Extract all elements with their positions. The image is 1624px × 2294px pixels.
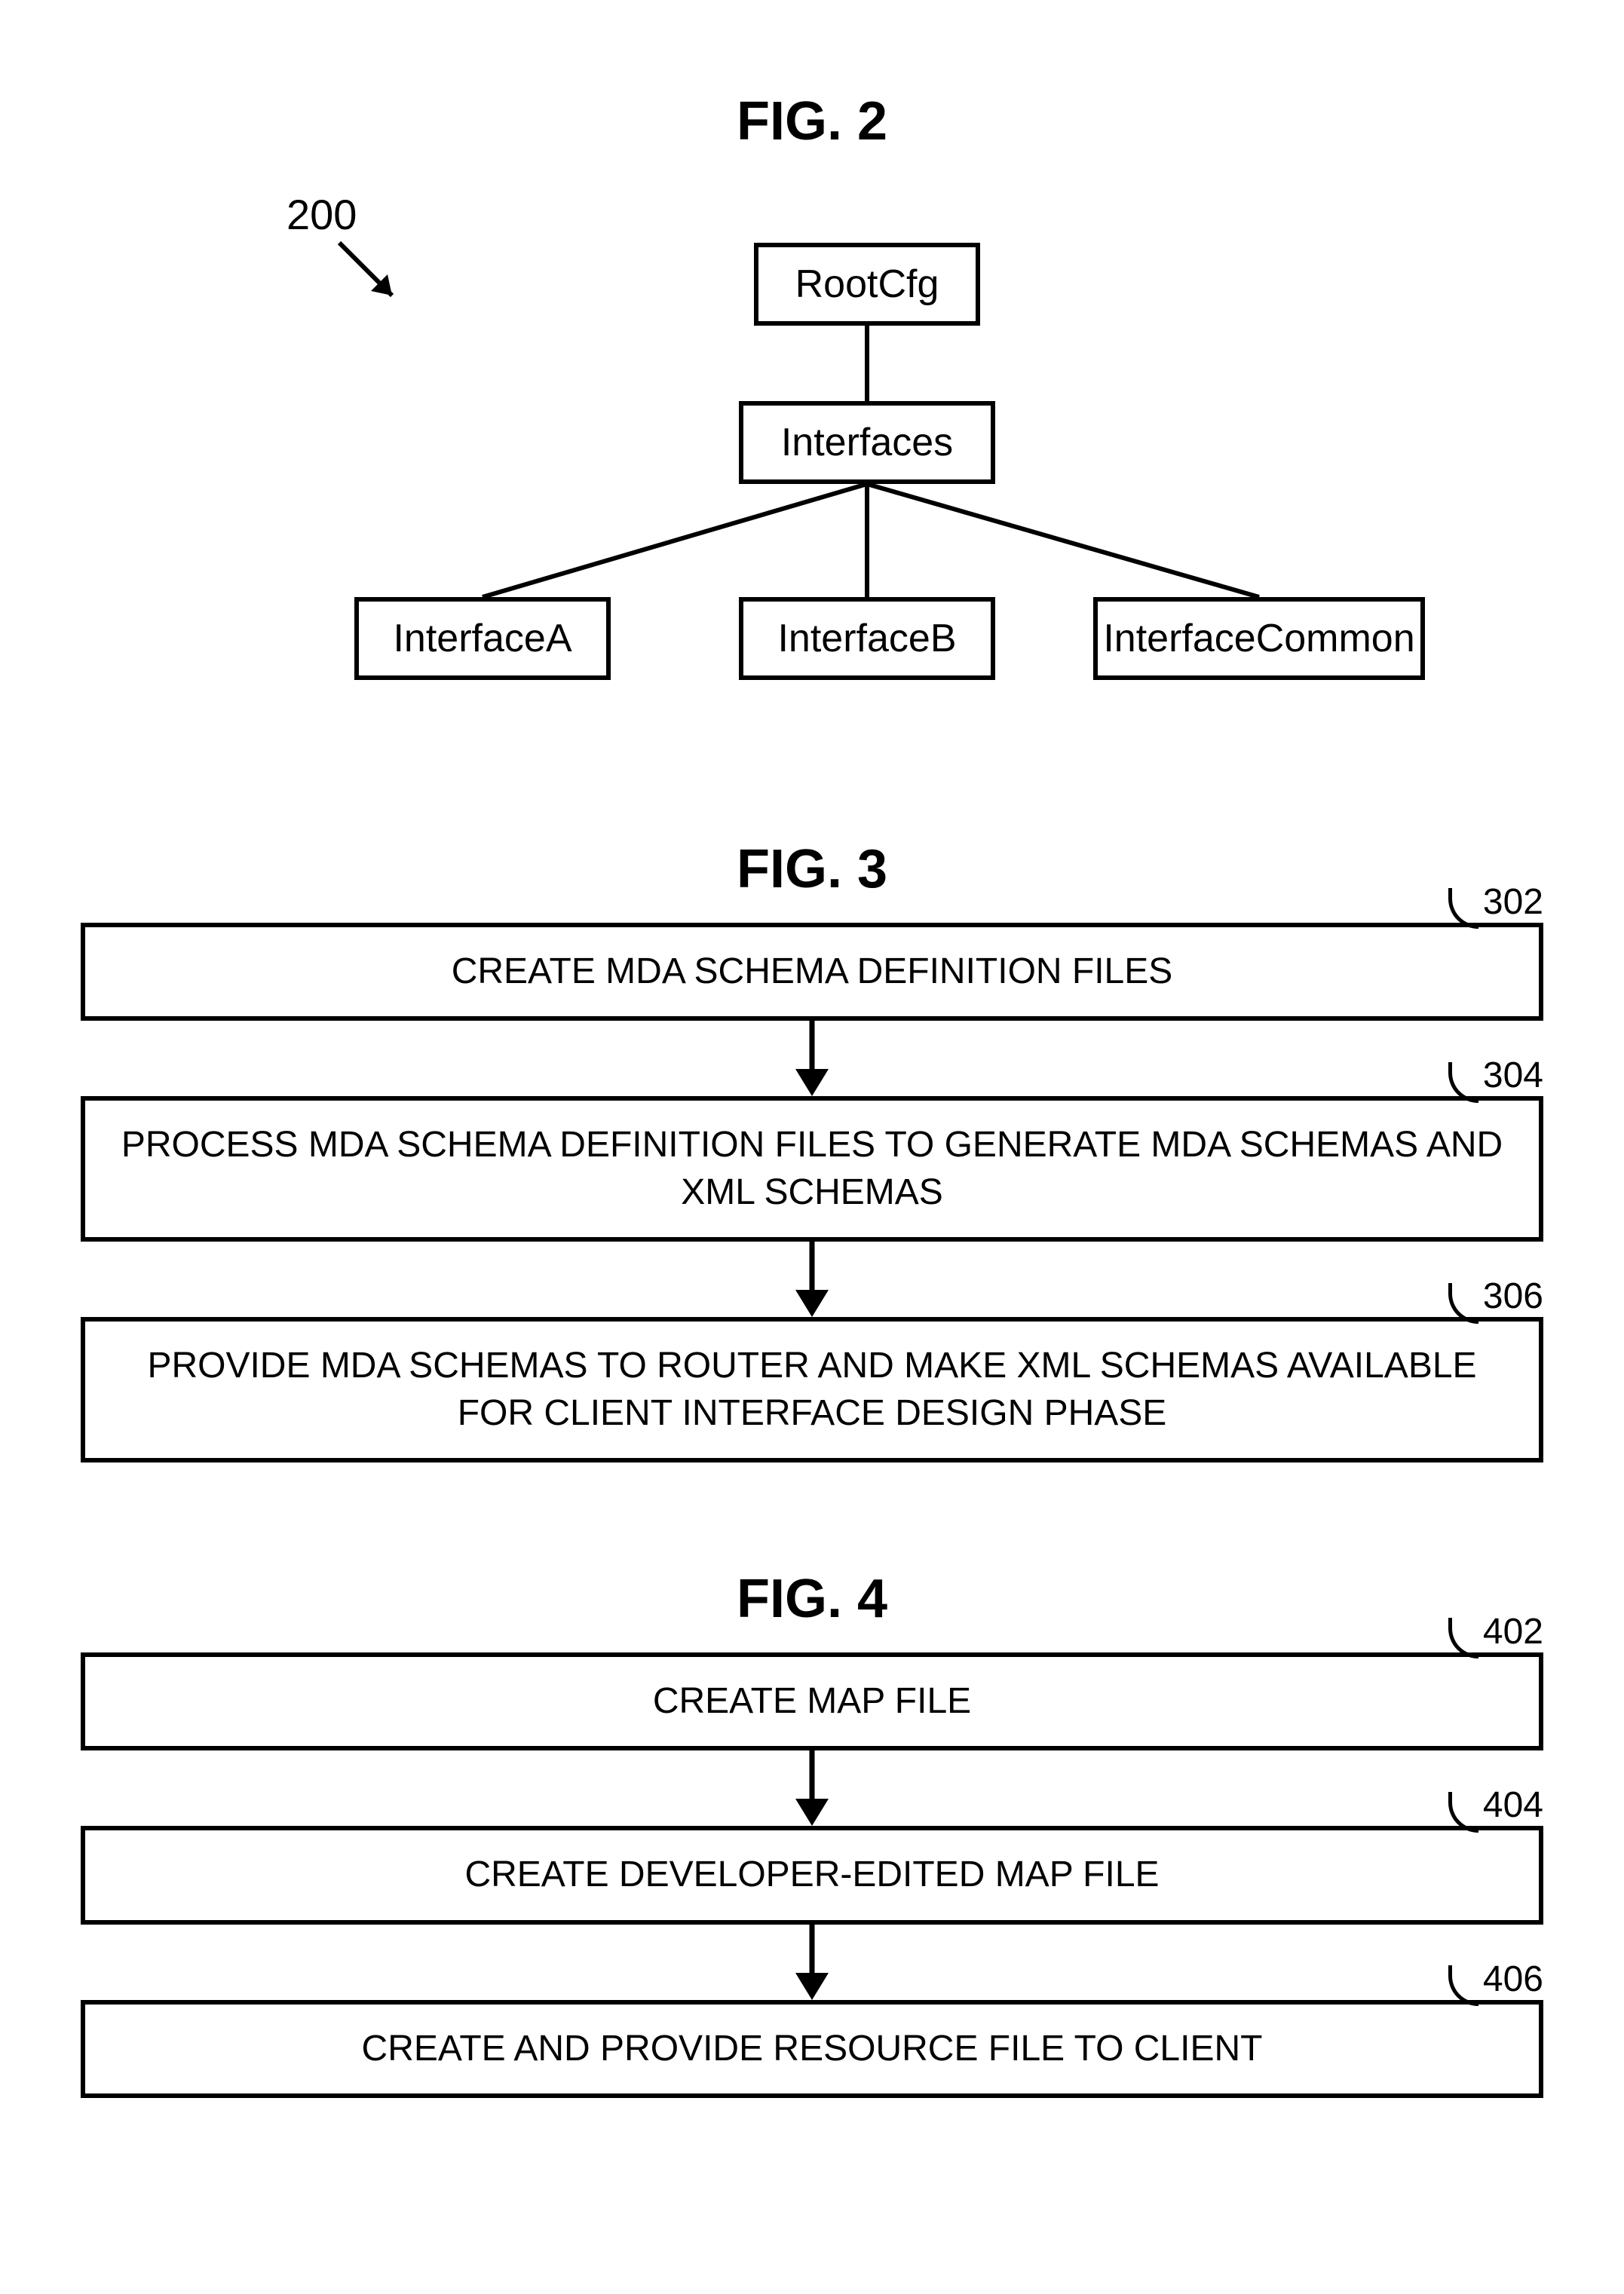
fig3-step-3-text: PROVIDE MDA SCHEMAS TO ROUTER AND MAKE X… [147, 1346, 1476, 1432]
fig4-step-1-text: CREATE MAP FILE [653, 1681, 971, 1721]
fig4-step-3-ref-text: 406 [1483, 1956, 1543, 2003]
node-interfaces: Interfaces [739, 401, 995, 484]
flow-arrow [81, 1242, 1543, 1317]
fig3-step-1-ref-text: 302 [1483, 879, 1543, 926]
flow-arrow [81, 1750, 1543, 1826]
fig3-step-3: 306 PROVIDE MDA SCHEMAS TO ROUTER AND MA… [81, 1317, 1543, 1462]
fig3-step-1-text: CREATE MDA SCHEMA DEFINITION FILES [452, 951, 1173, 991]
fig4-step-3-ref: 406 [1448, 1956, 1543, 2003]
arrow-down-icon [81, 1021, 1543, 1096]
fig2-diagram: 200 RootCfg Interfaces InterfaceA Interf… [60, 175, 1564, 748]
flow-arrow [81, 1925, 1543, 2000]
fig4-step-3: 406 CREATE AND PROVIDE RESOURCE FILE TO … [81, 2000, 1543, 2098]
node-interface-common-label: InterfaceCommon [1103, 616, 1414, 661]
fig3-step-3-ref-text: 306 [1483, 1273, 1543, 1320]
arrow-down-icon [81, 1925, 1543, 2000]
fig4-step-2-ref-text: 404 [1483, 1782, 1543, 1829]
fig4-flow: 402 CREATE MAP FILE 404 CREATE DEVELOPER… [81, 1652, 1543, 2098]
node-rootcfg-label: RootCfg [795, 262, 939, 307]
fig4-step-2-text: CREATE DEVELOPER-EDITED MAP FILE [464, 1854, 1159, 1894]
node-interface-b-label: InterfaceB [777, 616, 956, 661]
node-interface-a: InterfaceA [354, 597, 611, 680]
fig3-step-3-ref: 306 [1448, 1273, 1543, 1320]
node-interface-common: InterfaceCommon [1093, 597, 1425, 680]
fig4-step-1-ref: 402 [1448, 1609, 1543, 1655]
fig3-step-1-ref: 302 [1448, 879, 1543, 926]
flow-arrow [81, 1021, 1543, 1096]
fig4-step-2: 404 CREATE DEVELOPER-EDITED MAP FILE [81, 1826, 1543, 1924]
arrow-down-icon [81, 1750, 1543, 1826]
fig4-step-2-ref: 404 [1448, 1782, 1543, 1829]
node-interface-a-label: InterfaceA [393, 616, 571, 661]
fig3-step-1: 302 CREATE MDA SCHEMA DEFINITION FILES [81, 923, 1543, 1021]
fig3-step-2-ref-text: 304 [1483, 1052, 1543, 1099]
fig3-step-2-ref: 304 [1448, 1052, 1543, 1099]
fig4-step-3-text: CREATE AND PROVIDE RESOURCE FILE TO CLIE… [362, 2029, 1263, 2069]
fig3-step-2: 304 PROCESS MDA SCHEMA DEFINITION FILES … [81, 1096, 1543, 1242]
fig4-step-1: 402 CREATE MAP FILE [81, 1652, 1543, 1750]
node-interfaces-label: Interfaces [781, 420, 953, 465]
node-interface-b: InterfaceB [739, 597, 995, 680]
fig3-flow: 302 CREATE MDA SCHEMA DEFINITION FILES 3… [81, 923, 1543, 1462]
node-rootcfg: RootCfg [754, 243, 980, 326]
fig2-title: FIG. 2 [60, 90, 1564, 152]
arrow-down-icon [81, 1242, 1543, 1317]
fig4-title: FIG. 4 [60, 1568, 1564, 1630]
fig3-title: FIG. 3 [60, 838, 1564, 900]
fig3-step-2-text: PROCESS MDA SCHEMA DEFINITION FILES TO G… [121, 1125, 1503, 1211]
fig4-step-1-ref-text: 402 [1483, 1609, 1543, 1655]
